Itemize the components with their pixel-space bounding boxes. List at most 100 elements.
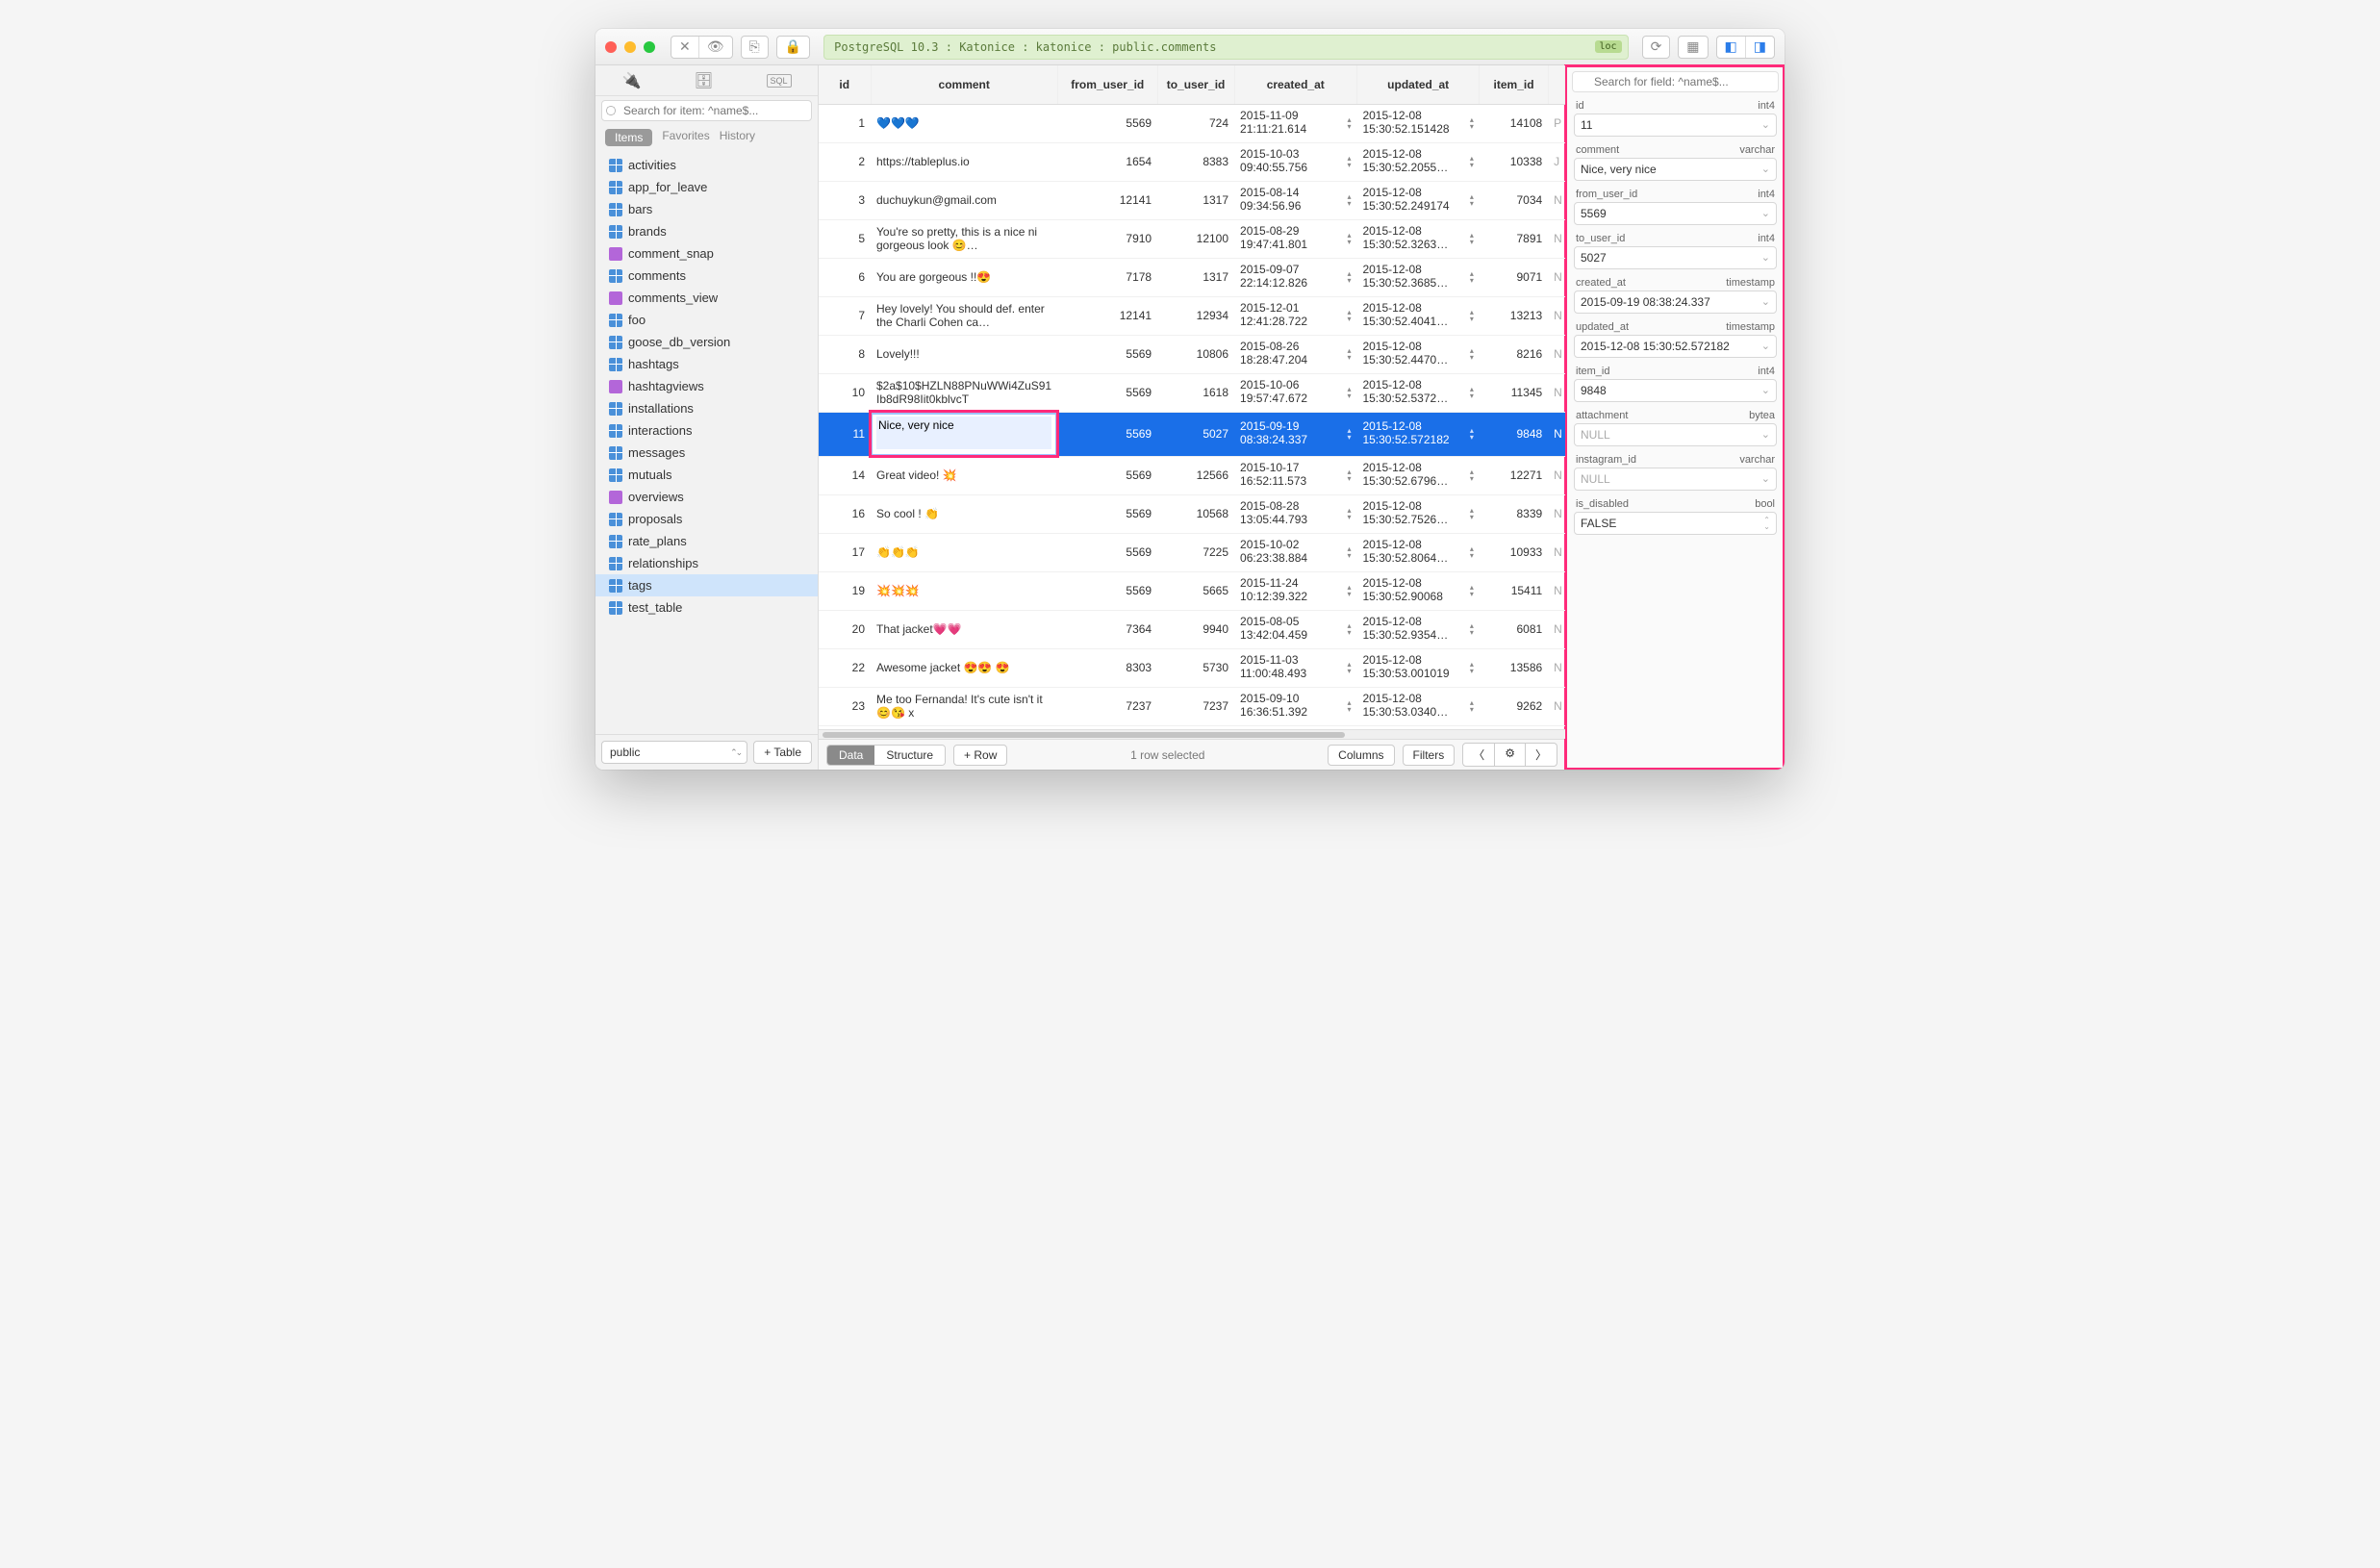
column-header-updated_at[interactable]: updated_at bbox=[1356, 65, 1479, 104]
view-structure-tab[interactable]: Structure bbox=[874, 746, 945, 765]
sidebar-items-list[interactable]: activitiesapp_for_leavebarsbrandscomment… bbox=[595, 152, 818, 734]
table-row[interactable]: 10$2a$10$HZLN88PNuWWi4ZuS91Ib8dR98Iit0kb… bbox=[819, 373, 1565, 412]
sidebar-item-tags[interactable]: tags bbox=[595, 574, 818, 596]
cell-to-user-id[interactable]: 5027 bbox=[1157, 412, 1234, 456]
cell-id[interactable]: 11 bbox=[819, 412, 871, 456]
cell-updated-at[interactable]: 2015-12-0815:30:52.90068▴▾ bbox=[1356, 571, 1479, 610]
cell-item-id[interactable]: 11345 bbox=[1480, 373, 1548, 412]
column-header-from_user_id[interactable]: from_user_id bbox=[1057, 65, 1157, 104]
cell-from-user-id[interactable]: 7910 bbox=[1057, 219, 1157, 258]
cell-to-user-id[interactable]: 5730 bbox=[1157, 648, 1234, 687]
cell-from-user-id[interactable]: 5569 bbox=[1057, 373, 1157, 412]
left-panel-toggle[interactable]: ◧ bbox=[1717, 37, 1745, 58]
tab-history[interactable]: History bbox=[720, 129, 755, 146]
minimize-window-icon[interactable] bbox=[624, 41, 636, 53]
table-row[interactable]: 22Awesome jacket 😍😍 😍830357302015-11-031… bbox=[819, 648, 1565, 687]
schema-select[interactable]: public bbox=[601, 741, 747, 764]
cell-updated-at[interactable]: 2015-12-0815:30:52.9354…▴▾ bbox=[1356, 610, 1479, 648]
cell-extra[interactable]: N bbox=[1548, 456, 1564, 494]
cell-item-id[interactable]: 7891 bbox=[1480, 219, 1548, 258]
cell-updated-at[interactable]: 2015-12-0815:30:53.0340…▴▾ bbox=[1356, 687, 1479, 725]
table-row[interactable]: 7Hey lovely! You should def. enter the C… bbox=[819, 296, 1565, 335]
column-header-extra[interactable] bbox=[1548, 65, 1564, 104]
settings-gear-icon[interactable]: ⚙ bbox=[1495, 743, 1526, 767]
cell-from-user-id[interactable]: 12141 bbox=[1057, 181, 1157, 219]
comment-edit-input[interactable] bbox=[876, 417, 1051, 449]
sidebar-item-hashtagviews[interactable]: hashtagviews bbox=[595, 375, 818, 397]
cell-comment[interactable]: So cool ! 👏 bbox=[871, 494, 1057, 533]
cell-item-id[interactable]: 8216 bbox=[1480, 335, 1548, 373]
view-data-tab[interactable]: Data bbox=[827, 746, 874, 765]
cell-comment[interactable]: Hey lovely! You should def. enter the Ch… bbox=[871, 296, 1057, 335]
cell-extra[interactable]: N bbox=[1548, 494, 1564, 533]
table-row[interactable]: 5You're so pretty, this is a nice ni gor… bbox=[819, 219, 1565, 258]
column-header-item_id[interactable]: item_id bbox=[1480, 65, 1548, 104]
connection-path[interactable]: PostgreSQL 10.3 : Katonice : katonice : … bbox=[823, 35, 1628, 60]
lock-button[interactable]: 🔒 bbox=[776, 36, 810, 59]
sidebar-item-goose_db_version[interactable]: goose_db_version bbox=[595, 331, 818, 353]
sidebar-item-installations[interactable]: installations bbox=[595, 397, 818, 419]
cell-from-user-id[interactable]: 5569 bbox=[1057, 412, 1157, 456]
right-panel-toggle[interactable]: ◨ bbox=[1745, 37, 1774, 58]
cell-extra[interactable]: N bbox=[1548, 610, 1564, 648]
cell-comment[interactable]: https://tableplus.io bbox=[871, 142, 1057, 181]
cell-to-user-id[interactable]: 7237 bbox=[1157, 687, 1234, 725]
cell-item-id[interactable]: 13586 bbox=[1480, 648, 1548, 687]
columns-button[interactable]: Columns bbox=[1328, 745, 1394, 766]
table-row[interactable]: 19💥💥💥556956652015-11-2410:12:39.322▴▾201… bbox=[819, 571, 1565, 610]
column-header-created_at[interactable]: created_at bbox=[1234, 65, 1356, 104]
cell-id[interactable]: 10 bbox=[819, 373, 871, 412]
cell-updated-at[interactable]: 2015-12-0815:30:52.572182▴▾ bbox=[1356, 412, 1479, 456]
cell-id[interactable]: 1 bbox=[819, 104, 871, 142]
field-value-input[interactable]: NULL bbox=[1574, 423, 1777, 446]
horizontal-scrollbar[interactable] bbox=[819, 729, 1565, 739]
plug-icon[interactable]: 🔌 bbox=[621, 71, 641, 90]
column-header-id[interactable]: id bbox=[819, 65, 871, 104]
cell-updated-at[interactable]: 2015-12-0815:30:53.001019▴▾ bbox=[1356, 648, 1479, 687]
cell-extra[interactable]: P bbox=[1548, 104, 1564, 142]
cell-created-at[interactable]: 2015-10-0309:40:55.756▴▾ bbox=[1234, 142, 1356, 181]
cell-extra[interactable]: N bbox=[1548, 648, 1564, 687]
sidebar-item-relationships[interactable]: relationships bbox=[595, 552, 818, 574]
cell-updated-at[interactable]: 2015-12-0815:30:52.4041…▴▾ bbox=[1356, 296, 1479, 335]
table-row[interactable]: 17👏👏👏556972252015-10-0206:23:38.884▴▾201… bbox=[819, 533, 1565, 571]
cell-from-user-id[interactable]: 7237 bbox=[1057, 687, 1157, 725]
cell-created-at[interactable]: 2015-09-0722:14:12.826▴▾ bbox=[1234, 258, 1356, 296]
cell-created-at[interactable]: 2015-08-0513:42:04.459▴▾ bbox=[1234, 610, 1356, 648]
cell-comment[interactable]: That jacket💗💗 bbox=[871, 610, 1057, 648]
cell-comment-editing[interactable] bbox=[871, 412, 1057, 456]
cell-from-user-id[interactable]: 5569 bbox=[1057, 104, 1157, 142]
sidebar-item-bars[interactable]: bars bbox=[595, 198, 818, 220]
sidebar-item-overviews[interactable]: overviews bbox=[595, 486, 818, 508]
table-row[interactable]: 23Me too Fernanda! It's cute isn't it 😊😘… bbox=[819, 687, 1565, 725]
cell-created-at[interactable]: 2015-11-2410:12:39.322▴▾ bbox=[1234, 571, 1356, 610]
cell-created-at[interactable]: 2015-09-1016:36:51.392▴▾ bbox=[1234, 687, 1356, 725]
cell-item-id[interactable]: 13213 bbox=[1480, 296, 1548, 335]
cell-id[interactable]: 2 bbox=[819, 142, 871, 181]
cell-extra[interactable]: N bbox=[1548, 571, 1564, 610]
column-header-comment[interactable]: comment bbox=[871, 65, 1057, 104]
cell-comment[interactable]: Lovely!!! bbox=[871, 335, 1057, 373]
cell-extra[interactable]: N bbox=[1548, 181, 1564, 219]
table-row[interactable]: 6You are gorgeous !!😍717813172015-09-072… bbox=[819, 258, 1565, 296]
cell-comment[interactable]: You're so pretty, this is a nice ni gorg… bbox=[871, 219, 1057, 258]
cell-updated-at[interactable]: 2015-12-0815:30:52.4470…▴▾ bbox=[1356, 335, 1479, 373]
cell-id[interactable]: 17 bbox=[819, 533, 871, 571]
cell-created-at[interactable]: 2015-10-1716:52:11.573▴▾ bbox=[1234, 456, 1356, 494]
cell-item-id[interactable]: 6081 bbox=[1480, 610, 1548, 648]
cell-extra[interactable]: N bbox=[1548, 335, 1564, 373]
table-row[interactable]: 2https://tableplus.io165483832015-10-030… bbox=[819, 142, 1565, 181]
stop-button[interactable]: ✕ bbox=[671, 37, 698, 58]
cell-comment[interactable]: 💙💙💙 bbox=[871, 104, 1057, 142]
cell-extra[interactable]: N bbox=[1548, 373, 1564, 412]
table-row[interactable]: 11556950272015-09-1908:38:24.337▴▾2015-1… bbox=[819, 412, 1565, 456]
cell-extra[interactable]: N bbox=[1548, 533, 1564, 571]
cell-created-at[interactable]: 2015-10-0619:57:47.672▴▾ bbox=[1234, 373, 1356, 412]
zoom-window-icon[interactable] bbox=[644, 41, 655, 53]
column-header-to_user_id[interactable]: to_user_id bbox=[1157, 65, 1234, 104]
cell-from-user-id[interactable]: 5569 bbox=[1057, 571, 1157, 610]
sidebar-item-app_for_leave[interactable]: app_for_leave bbox=[595, 176, 818, 198]
cell-from-user-id[interactable]: 5569 bbox=[1057, 533, 1157, 571]
commit-button[interactable]: ⎘ bbox=[741, 36, 769, 59]
cell-item-id[interactable]: 9262 bbox=[1480, 687, 1548, 725]
